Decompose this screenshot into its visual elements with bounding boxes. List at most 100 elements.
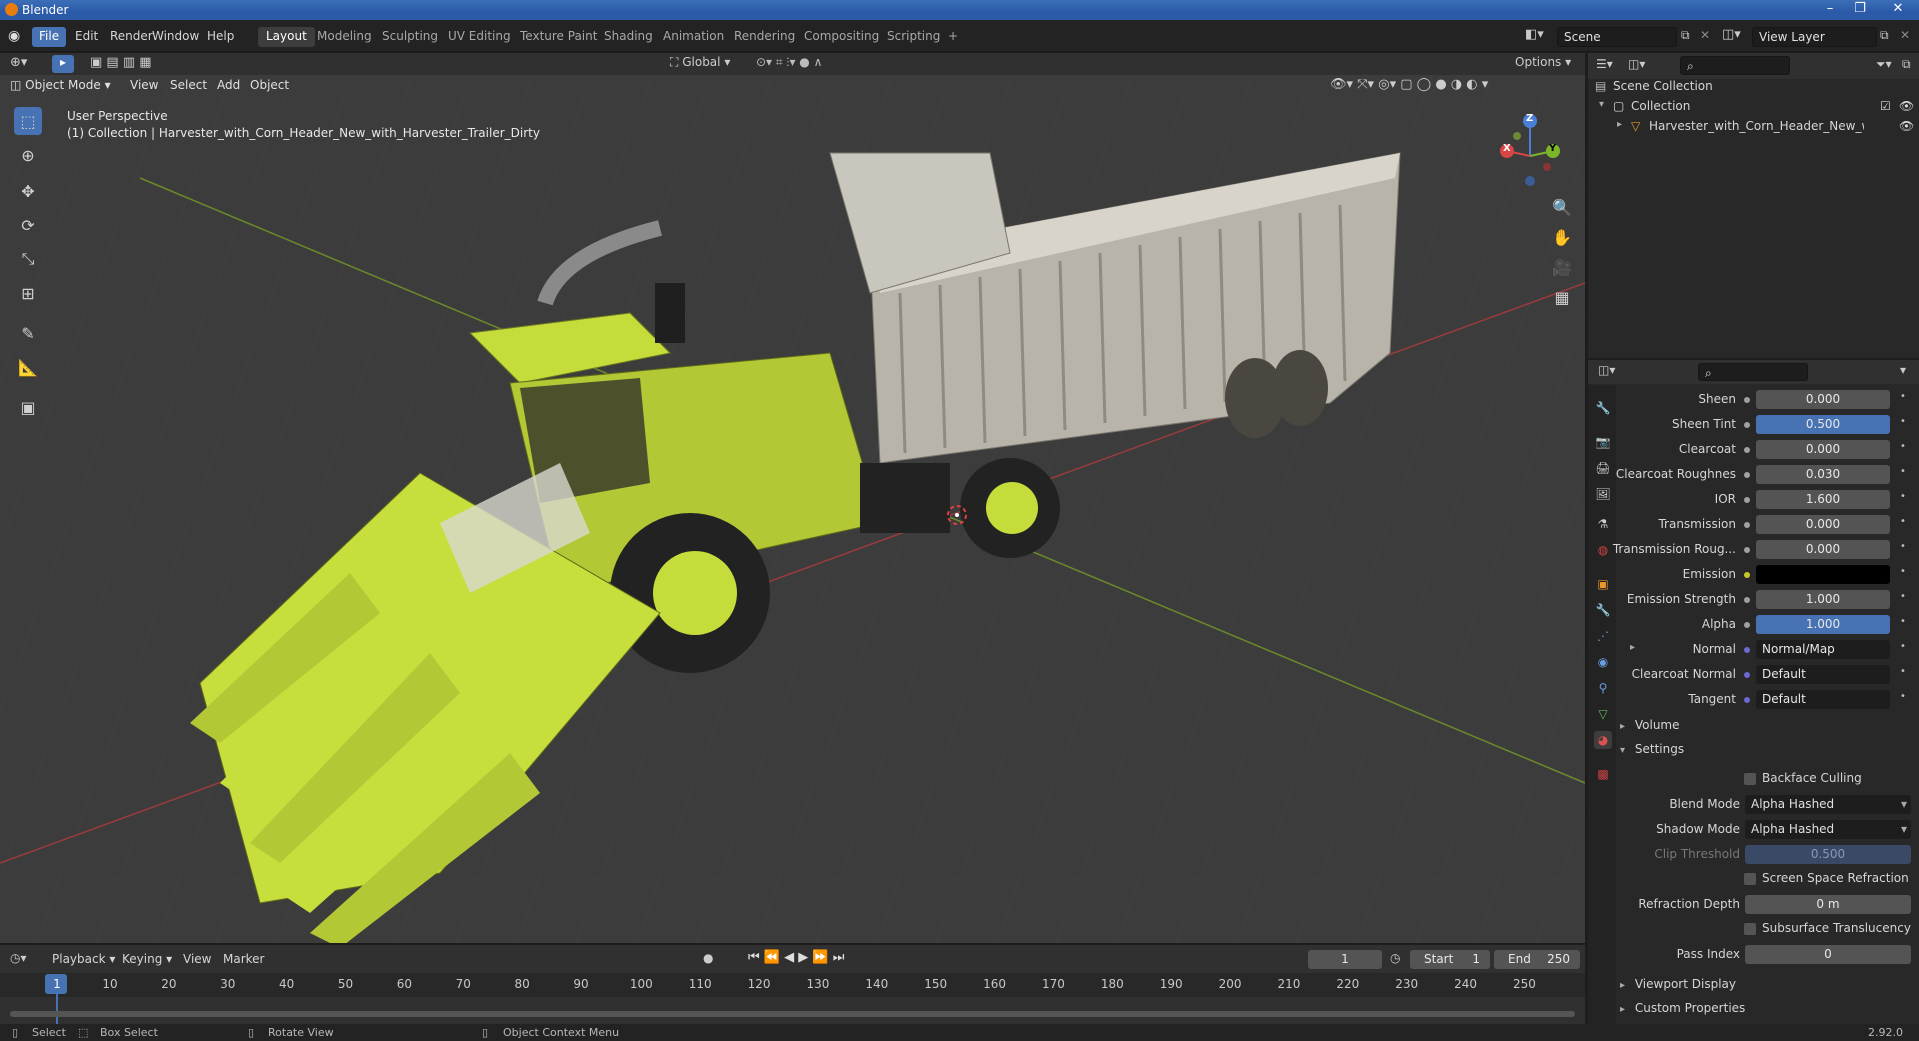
keyframe-dot-icon[interactable]: • <box>1900 391 1906 402</box>
keyframe-dot-icon[interactable]: • <box>1900 416 1906 427</box>
playback-controls[interactable]: ⏮ ⏪ ◀ ▶ ⏩ ⏭ <box>748 950 868 965</box>
expand-arrow-icon[interactable]: ▸ <box>1617 119 1622 130</box>
prop-value-field[interactable]: 0.000 <box>1756 440 1890 459</box>
end-frame-field[interactable]: End 250 <box>1494 950 1580 969</box>
panel-custom-properties[interactable]: ▸ Custom Properties <box>1620 1001 1915 1019</box>
tab-uv-editing[interactable]: UV Editing <box>440 27 519 47</box>
viewport-shading-controls[interactable]: 👁▾ ⤧▾ ◎▾ ▢ ◯ ● ◑ ◐ ▾ <box>1330 77 1580 95</box>
subsurface-translucency-checkbox[interactable] <box>1744 923 1756 935</box>
snapping-controls[interactable]: ⊙▾ ⌗ ⫶▾ ● ∧ <box>756 55 896 73</box>
keyframe-dot-icon[interactable]: • <box>1900 566 1906 577</box>
prop-value-field[interactable]: 0.000 <box>1756 515 1890 534</box>
3d-viewport[interactable]: ⊕▾ ▸ ▣ ▤ ▥ ▦ ⛶ Global ▾ ⊙▾ ⌗ ⫶▾ ● ∧ Opti… <box>0 53 1585 943</box>
menu-view[interactable]: View <box>130 78 158 92</box>
navigation-gizmo[interactable]: Z Y X <box>1495 111 1565 191</box>
properties-search-input[interactable]: ⌕ <box>1698 363 1808 381</box>
keying-dropdown[interactable]: Keying ▾ <box>122 952 172 966</box>
outliner-row-collection[interactable]: ▾ ▢ Collection ☑ 👁 <box>1595 98 1915 118</box>
filter-icon[interactable]: ⏷▾ <box>1876 57 1892 72</box>
keyframe-dot-icon[interactable]: • <box>1900 591 1906 602</box>
playback-dropdown[interactable]: Playback ▾ <box>52 952 115 966</box>
delete-scene-icon[interactable]: ✕ <box>1700 28 1710 42</box>
prop-value-field[interactable]: 1.000 <box>1756 590 1890 609</box>
menu-file[interactable]: File <box>32 27 67 47</box>
select-box-tool-icon[interactable]: ⬚ <box>14 107 42 135</box>
tab-sculpting[interactable]: Sculpting <box>374 27 446 47</box>
prop-value-field[interactable]: 1.600 <box>1756 490 1890 509</box>
keyframe-dot-icon[interactable]: • <box>1900 441 1906 452</box>
transform-tool-icon[interactable]: ⊞ <box>14 279 42 307</box>
tab-texture-paint[interactable]: Texture Paint <box>512 27 605 47</box>
start-frame-field[interactable]: Start 1 <box>1410 950 1490 969</box>
menu-object[interactable]: Object <box>250 78 289 92</box>
timeline-scrollbar[interactable] <box>10 1011 1575 1017</box>
exclude-checkbox-icon[interactable]: ☑ <box>1880 99 1891 113</box>
editor-type-icon[interactable]: ⊕▾ <box>10 55 32 73</box>
transform-orientation[interactable]: ⛶ Global ▾ <box>670 55 745 73</box>
tab-animation[interactable]: Animation <box>655 27 732 47</box>
keyframe-dot-icon[interactable]: • <box>1900 616 1906 627</box>
data-tab-icon[interactable]: ▽ <box>1594 705 1612 723</box>
new-view-layer-icon[interactable]: ⧉ <box>1880 28 1889 43</box>
pass-index-field[interactable]: 0 <box>1745 945 1911 964</box>
panel-settings[interactable]: ▾ Settings <box>1620 742 1915 760</box>
visibility-eye-icon[interactable]: 👁 <box>1899 119 1914 133</box>
keyframe-dot-icon[interactable]: • <box>1900 641 1906 652</box>
camera-view-icon[interactable]: 🎥 <box>1550 255 1574 279</box>
new-scene-icon[interactable]: ⧉ <box>1681 28 1690 43</box>
outliner-editor-icon[interactable]: ☰▾ <box>1596 57 1613 71</box>
prop-value-field[interactable]: Normal/Map <box>1756 640 1890 659</box>
clip-threshold-field[interactable]: 0.500 <box>1745 845 1911 864</box>
move-tool-icon[interactable]: ✥ <box>14 177 42 205</box>
menu-help[interactable]: Help <box>200 27 241 47</box>
prop-value-field[interactable]: 0.000 <box>1756 540 1890 559</box>
screen-space-refraction-checkbox[interactable] <box>1744 873 1756 885</box>
keyframe-dot-icon[interactable]: • <box>1900 666 1906 677</box>
tab-scripting[interactable]: Scripting <box>879 27 948 47</box>
select-mode-icons[interactable]: ▣ ▤ ▥ ▦ <box>90 55 176 73</box>
menu-window[interactable]: Window <box>145 27 206 47</box>
delete-view-layer-icon[interactable]: ✕ <box>1900 28 1910 42</box>
display-mode-icon[interactable]: ◫▾ <box>1628 57 1645 71</box>
visibility-eye-icon[interactable]: 👁 <box>1899 99 1914 113</box>
marker-menu[interactable]: Marker <box>223 952 264 966</box>
prop-value-field[interactable]: Default <box>1756 690 1890 709</box>
expand-arrow-icon[interactable]: ▾ <box>1599 99 1604 110</box>
prop-value-field[interactable]: 0.030 <box>1756 465 1890 484</box>
ortho-toggle-icon[interactable]: ▦ <box>1550 285 1574 309</box>
auto-key-icon[interactable]: ● <box>703 951 713 965</box>
tab-compositing[interactable]: Compositing <box>796 27 887 47</box>
view-layer-field[interactable]: View Layer <box>1752 27 1877 47</box>
backface-culling-checkbox[interactable] <box>1744 773 1756 785</box>
tab-rendering[interactable]: Rendering <box>726 27 803 47</box>
keyframe-dot-icon[interactable]: • <box>1900 516 1906 527</box>
outliner-row-object[interactable]: ▸ ▽ Harvester_with_Corn_Header_New_with … <box>1595 118 1915 138</box>
prop-value-field[interactable] <box>1756 565 1890 584</box>
scene-field[interactable]: Scene <box>1557 27 1677 47</box>
tab-layout[interactable]: Layout <box>258 27 315 47</box>
prop-value-field[interactable]: Default <box>1756 665 1890 684</box>
add-cube-tool-icon[interactable]: ▣ <box>14 393 42 421</box>
zoom-icon[interactable]: 🔍 <box>1550 195 1574 219</box>
new-collection-icon[interactable]: ⧉ <box>1902 57 1911 72</box>
menu-edit[interactable]: Edit <box>68 27 105 47</box>
expand-arrow-icon[interactable]: ▸ <box>1630 642 1635 653</box>
pan-hand-icon[interactable]: ✋ <box>1550 225 1574 249</box>
tab-modeling[interactable]: Modeling <box>309 27 380 47</box>
options-dropdown[interactable]: Options ▾ <box>1515 55 1579 73</box>
measure-tool-icon[interactable]: 📐 <box>14 353 42 381</box>
maximize-button[interactable]: ❐ <box>1847 0 1873 18</box>
prop-value-field[interactable]: 0.000 <box>1756 390 1890 409</box>
properties-editor-icon[interactable]: ◫▾ <box>1598 363 1615 377</box>
shadow-mode-dropdown[interactable]: Alpha Hashed ▾ <box>1745 820 1911 839</box>
keyframe-dot-icon[interactable]: • <box>1900 466 1906 477</box>
menu-select[interactable]: Select <box>170 78 207 92</box>
keyframe-dot-icon[interactable]: • <box>1900 491 1906 502</box>
panel-volume[interactable]: ▸ Volume <box>1620 718 1915 736</box>
prop-value-field[interactable]: 0.500 <box>1756 415 1890 434</box>
properties-options-icon[interactable]: ▾ <box>1900 363 1906 377</box>
annotate-tool-icon[interactable]: ✎ <box>14 319 42 347</box>
panel-viewport-display[interactable]: ▸ Viewport Display <box>1620 977 1915 995</box>
menu-add[interactable]: Add <box>217 78 240 92</box>
material-tab-icon[interactable]: ◕ <box>1594 731 1612 749</box>
